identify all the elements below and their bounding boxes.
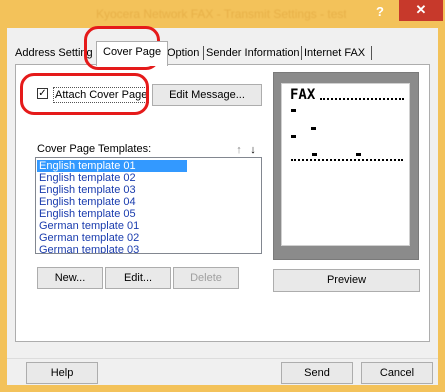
preview-page: FAX: [281, 83, 410, 246]
list-item[interactable]: English template 02: [37, 172, 136, 184]
edit-message-button[interactable]: Edit Message...: [152, 84, 262, 106]
preview-fax-heading: FAX: [290, 87, 316, 103]
preview-dotted-line: [291, 156, 403, 161]
new-template-button[interactable]: New...: [37, 267, 103, 289]
template-order-controls: ↑ ↓: [226, 143, 262, 157]
tab-sender-information[interactable]: Sender Information: [206, 43, 300, 63]
list-item[interactable]: English template 04: [37, 196, 136, 208]
tab-cover-page[interactable]: Cover Page: [96, 41, 169, 66]
move-down-icon[interactable]: ↓: [246, 143, 260, 157]
tab-internet-fax[interactable]: Internet FAX: [304, 43, 365, 63]
templates-label: Cover Page Templates:: [37, 143, 152, 155]
list-item[interactable]: English template 01: [37, 160, 187, 172]
checkbox-highlight-annotation: [20, 73, 149, 115]
preview-mark: [311, 127, 316, 130]
move-up-icon[interactable]: ↑: [232, 143, 246, 157]
list-item[interactable]: German template 03: [37, 244, 139, 253]
help-title-button[interactable]: ?: [367, 2, 393, 22]
edit-template-button[interactable]: Edit...: [105, 267, 171, 289]
tab-separator: [203, 46, 204, 60]
preview-mark: [291, 109, 296, 112]
close-button[interactable]: ✕: [399, 0, 443, 21]
list-item[interactable]: English template 03: [37, 184, 136, 196]
delete-template-button[interactable]: Delete: [173, 267, 239, 289]
cancel-button[interactable]: Cancel: [361, 362, 433, 384]
preview-dotted-line: [320, 95, 404, 100]
send-button[interactable]: Send: [281, 362, 353, 384]
tab-separator: [371, 46, 372, 60]
footer-divider: [7, 358, 438, 359]
title-bar[interactable]: Kyocera Network FAX - Transmit Settings …: [0, 0, 445, 28]
window-title: Kyocera Network FAX - Transmit Settings …: [96, 7, 346, 21]
preview-mark: [291, 135, 296, 138]
list-item[interactable]: German template 02: [37, 232, 139, 244]
tab-option[interactable]: Option: [167, 43, 199, 63]
preview-button[interactable]: Preview: [273, 269, 420, 292]
templates-listbox[interactable]: English template 01 English template 02 …: [35, 157, 262, 254]
list-item[interactable]: English template 05: [37, 208, 136, 220]
tab-separator: [301, 46, 302, 60]
tab-address-setting[interactable]: Address Setting: [15, 43, 93, 63]
help-button[interactable]: Help: [26, 362, 98, 384]
list-item[interactable]: German template 01: [37, 220, 139, 232]
